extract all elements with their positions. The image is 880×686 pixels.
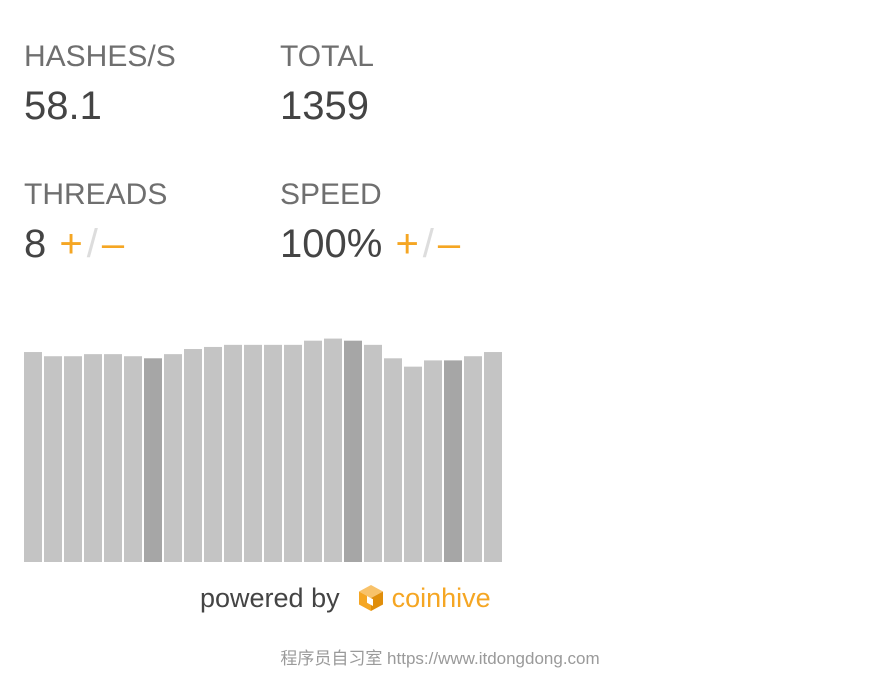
speed-separator: / bbox=[422, 222, 434, 266]
hashrate-bar bbox=[344, 340, 362, 562]
hashrate-bar bbox=[184, 349, 202, 562]
hashrate-bar bbox=[424, 360, 442, 562]
coinhive-link[interactable]: coinhive bbox=[358, 583, 491, 614]
hashes-value: 58.1 bbox=[24, 84, 102, 128]
hashrate-bar bbox=[444, 360, 462, 562]
total-label: TOTAL bbox=[280, 40, 374, 73]
threads-value-row: 8 + / – bbox=[24, 224, 167, 264]
hashrate-bar bbox=[464, 356, 482, 562]
hashrate-bar bbox=[264, 344, 282, 562]
hashrate-bar bbox=[44, 356, 62, 562]
total-stat: TOTAL 1359 bbox=[280, 40, 374, 128]
powered-by: powered by coinhive bbox=[200, 578, 491, 618]
hashrate-bar bbox=[404, 366, 422, 562]
hashrate-bar bbox=[304, 340, 322, 562]
hashrate-bar bbox=[204, 346, 222, 562]
coinhive-cube-icon bbox=[358, 585, 383, 611]
hashrate-bar bbox=[244, 344, 262, 562]
footer-watermark: 程序员自习室 https://www.itdongdong.com bbox=[280, 649, 600, 668]
hashrate-bar bbox=[284, 344, 302, 562]
threads-increase-button[interactable]: + bbox=[57, 224, 84, 264]
threads-value: 8 bbox=[24, 222, 47, 266]
speed-value: 100% bbox=[280, 222, 383, 266]
threads-decrease-button[interactable]: – bbox=[100, 224, 126, 264]
powered-by-text: powered by bbox=[200, 582, 340, 613]
threads-separator: / bbox=[86, 222, 98, 266]
hashrate-bar bbox=[224, 344, 242, 562]
total-value: 1359 bbox=[280, 84, 369, 128]
hashrate-bar bbox=[364, 344, 382, 562]
hashrate-bar bbox=[484, 352, 502, 562]
hashrate-bar bbox=[144, 358, 162, 562]
speed-stat: SPEED 100% + / – bbox=[280, 178, 462, 265]
hashrate-bar bbox=[164, 354, 182, 562]
hashrate-bar bbox=[104, 354, 122, 562]
hashrate-bar bbox=[324, 338, 342, 562]
hashrate-bar bbox=[24, 352, 42, 562]
speed-value-row: 100% + / – bbox=[280, 224, 462, 264]
hashrate-bar bbox=[64, 356, 82, 562]
hashes-label: HASHES/S bbox=[24, 40, 176, 73]
hashrate-bar bbox=[84, 354, 102, 562]
hashes-stat: HASHES/S 58.1 bbox=[24, 40, 176, 128]
speed-label: SPEED bbox=[280, 178, 382, 211]
speed-increase-button[interactable]: + bbox=[393, 224, 420, 264]
threads-label: THREADS bbox=[24, 178, 168, 211]
speed-decrease-button[interactable]: – bbox=[436, 224, 462, 264]
coinhive-brand: coinhive bbox=[391, 582, 491, 613]
hashrate-bar bbox=[124, 356, 142, 562]
hashrate-bar bbox=[384, 358, 402, 562]
hashrate-chart bbox=[24, 338, 502, 562]
threads-stat: THREADS 8 + / – bbox=[24, 178, 168, 265]
